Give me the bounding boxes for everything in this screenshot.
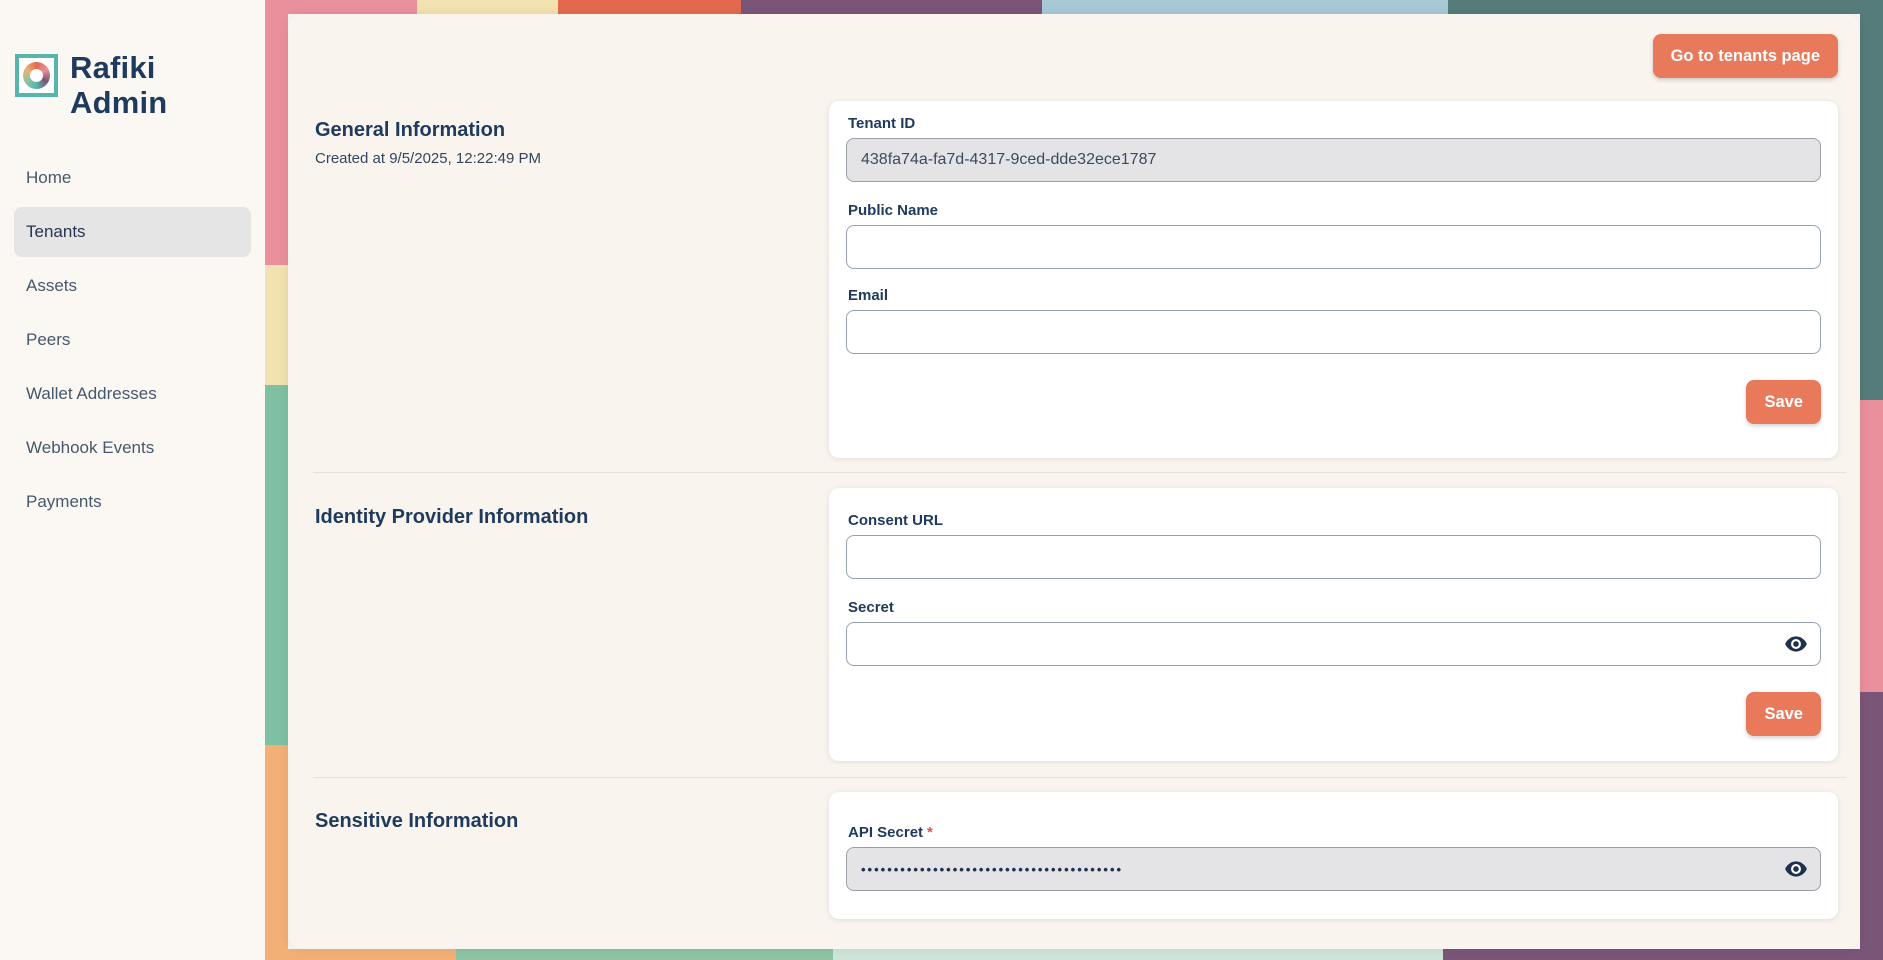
general-info-panel: Tenant ID Public Name Email Save: [829, 101, 1838, 458]
sidebar-nav: Home Tenants Assets Peers Wallet Address…: [0, 153, 265, 527]
created-at-text: Created at 9/5/2025, 12:22:49 PM: [315, 150, 805, 167]
sidebar-item-label: Assets: [26, 276, 77, 296]
bg-stripe-right: [1860, 0, 1883, 960]
sidebar-item-tenants[interactable]: Tenants: [14, 207, 251, 257]
bg-shape-teal: [1860, 0, 1883, 400]
api-secret-label: API Secret*: [848, 824, 1821, 841]
section-title-general: General Information: [315, 119, 805, 142]
app-title: Rafiki Admin: [70, 50, 167, 120]
bg-stripe-top: [265, 0, 1883, 14]
go-to-tenants-button[interactable]: Go to tenants page: [1653, 34, 1838, 78]
api-secret-input: [846, 847, 1821, 891]
tenant-id-label: Tenant ID: [848, 115, 1821, 132]
rafiki-logo-icon: [15, 54, 58, 97]
bg-shape-yellow: [265, 265, 288, 385]
bg-shape-peach: [265, 745, 288, 960]
sidebar-item-label: Home: [26, 168, 71, 188]
section-identity-provider: Identity Provider Information Consent UR…: [288, 488, 1860, 761]
bg-shape-green: [456, 949, 833, 960]
brand[interactable]: Rafiki Admin: [0, 0, 265, 120]
api-secret-label-text: API Secret: [848, 824, 923, 841]
save-button-idp[interactable]: Save: [1746, 692, 1821, 736]
secret-label: Secret: [848, 599, 1821, 616]
sidebar-item-label: Peers: [26, 330, 70, 350]
bg-shape-pink: [1860, 400, 1883, 692]
api-secret-visibility-toggle[interactable]: [1783, 856, 1809, 882]
bg-shape-yellow: [417, 0, 558, 14]
sidebar-item-peers[interactable]: Peers: [14, 315, 251, 365]
sidebar-item-label: Wallet Addresses: [26, 384, 157, 404]
public-name-label: Public Name: [848, 202, 1821, 219]
rafiki-ring-hole: [30, 69, 43, 82]
bg-shape-purple: [1443, 949, 1883, 960]
sidebar-item-assets[interactable]: Assets: [14, 261, 251, 311]
bg-stripe-bottom: [265, 949, 1883, 960]
section-general-information: General Information Created at 9/5/2025,…: [288, 101, 1860, 458]
rafiki-ring-icon: [23, 62, 50, 89]
secret-input[interactable]: [846, 622, 1821, 666]
app-title-line1: Rafiki: [70, 50, 167, 85]
consent-url-input[interactable]: [846, 535, 1821, 579]
bg-stripe-left: [265, 0, 288, 960]
bg-shape-purple: [1860, 692, 1883, 960]
eye-icon: [1783, 856, 1809, 882]
save-button-general[interactable]: Save: [1746, 380, 1821, 424]
required-marker: *: [927, 824, 933, 841]
sidebar-item-label: Tenants: [26, 222, 86, 242]
section-title-sensitive: Sensitive Information: [315, 810, 805, 833]
bg-shape-purple: [741, 0, 1042, 14]
bg-shape-mint: [833, 949, 1443, 960]
section-divider: [313, 472, 1846, 473]
section-divider: [313, 777, 1846, 778]
identity-provider-panel: Consent URL Secret Save: [829, 488, 1838, 761]
main-area: Go to tenants page General Information C…: [265, 0, 1883, 960]
bg-shape-peach: [265, 949, 456, 960]
public-name-input[interactable]: [846, 225, 1821, 269]
sidebar-item-home[interactable]: Home: [14, 153, 251, 203]
sensitive-info-panel: API Secret*: [829, 792, 1838, 919]
email-label: Email: [848, 287, 1821, 304]
tenant-detail-page: Go to tenants page General Information C…: [288, 14, 1860, 949]
bg-shape-orange: [558, 0, 741, 14]
email-input[interactable]: [846, 310, 1821, 354]
sidebar-item-label: Payments: [26, 492, 102, 512]
sidebar-item-label: Webhook Events: [26, 438, 154, 458]
section-sensitive-information: Sensitive Information API Secret*: [288, 792, 1860, 919]
sidebar-item-webhook-events[interactable]: Webhook Events: [14, 423, 251, 473]
tenant-id-input: [846, 138, 1821, 182]
eye-icon: [1783, 631, 1809, 657]
sidebar-item-payments[interactable]: Payments: [14, 477, 251, 527]
sidebar-item-wallet-addresses[interactable]: Wallet Addresses: [14, 369, 251, 419]
bg-shape-pink: [265, 0, 288, 265]
bg-shape-lightblue: [1042, 0, 1448, 14]
sidebar: Rafiki Admin Home Tenants Assets Peers W…: [0, 0, 265, 960]
bg-shape-green: [265, 385, 288, 745]
consent-url-label: Consent URL: [848, 512, 1821, 529]
secret-visibility-toggle[interactable]: [1783, 631, 1809, 657]
app-title-line2: Admin: [70, 85, 167, 120]
section-title-idp: Identity Provider Information: [315, 506, 805, 529]
bg-shape-teal: [1448, 0, 1883, 14]
